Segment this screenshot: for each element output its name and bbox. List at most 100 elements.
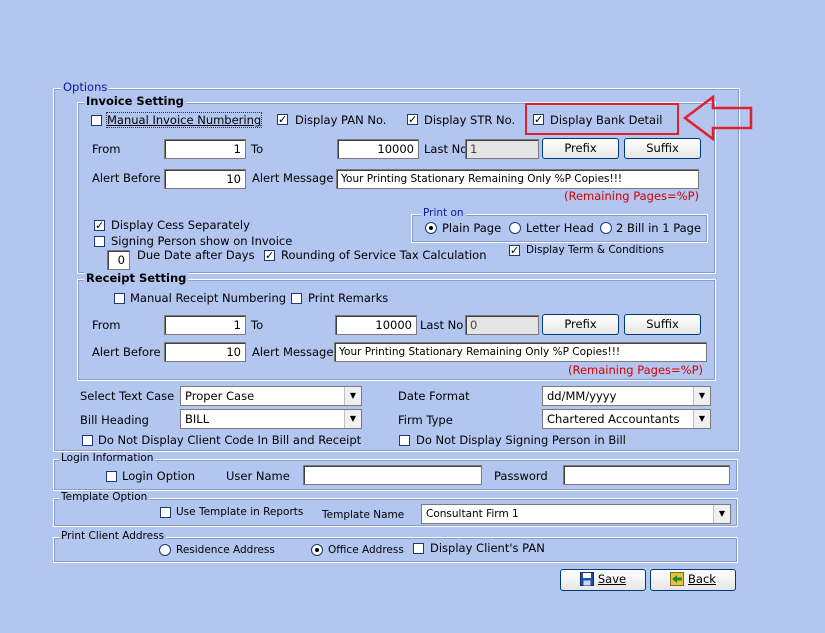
receipt-lastno-input[interactable]: 0 bbox=[465, 315, 539, 335]
no-client-code-label: Do Not Display Client Code In Bill and R… bbox=[98, 433, 362, 447]
residence-address-radio[interactable] bbox=[159, 544, 171, 556]
invoice-setting-legend: Invoice Setting bbox=[84, 94, 186, 108]
manual-invoice-numbering-checkbox[interactable] bbox=[91, 115, 102, 126]
invoice-suffix-button[interactable]: Suffix bbox=[624, 138, 701, 159]
login-legend: Login Information bbox=[59, 452, 156, 465]
display-pan-checkbox[interactable]: ✓ bbox=[277, 114, 288, 125]
letter-head-label: Letter Head bbox=[526, 221, 594, 235]
login-option-checkbox[interactable] bbox=[106, 471, 117, 482]
manual-receipt-numbering-label: Manual Receipt Numbering bbox=[130, 291, 287, 305]
invoice-alert-before-input[interactable]: 10 bbox=[164, 169, 246, 189]
template-name-select[interactable]: Consultant Firm 1 ▼ bbox=[421, 504, 731, 524]
invoice-alert-message-input[interactable]: Your Printing Stationary Remaining Only … bbox=[336, 169, 699, 189]
manual-receipt-numbering-checkbox[interactable] bbox=[114, 293, 125, 304]
signing-person-label: Signing Person show on Invoice bbox=[111, 234, 293, 248]
text-case-select[interactable]: Proper Case ▼ bbox=[180, 386, 362, 406]
use-template-label: Use Template in Reports bbox=[176, 506, 304, 518]
two-bill-radio[interactable] bbox=[600, 222, 612, 234]
letter-head-radio[interactable] bbox=[509, 222, 521, 234]
text-case-label: Select Text Case bbox=[80, 389, 175, 403]
use-template-checkbox[interactable] bbox=[160, 507, 171, 518]
no-client-code-checkbox[interactable] bbox=[82, 435, 93, 446]
user-name-label: User Name bbox=[226, 469, 290, 483]
two-bill-label: 2 Bill in 1 Page bbox=[616, 221, 702, 235]
due-days-input[interactable]: 0 bbox=[107, 250, 130, 270]
save-button[interactable]: Save bbox=[560, 569, 646, 591]
text-case-value: Proper Case bbox=[185, 389, 255, 403]
invoice-prefix-button[interactable]: Prefix bbox=[542, 138, 619, 159]
date-format-label: Date Format bbox=[398, 389, 470, 403]
receipt-prefix-button[interactable]: Prefix bbox=[542, 314, 619, 335]
display-client-pan-label: Display Client's PAN bbox=[430, 541, 545, 555]
back-button[interactable]: Back bbox=[650, 569, 736, 591]
plain-page-radio[interactable] bbox=[425, 222, 437, 234]
back-button-label: Back bbox=[688, 572, 716, 586]
template-legend: Template Option bbox=[59, 491, 150, 504]
receipt-alert-message-label: Alert Message bbox=[252, 345, 334, 359]
password-input[interactable] bbox=[563, 465, 730, 485]
rounding-checkbox[interactable]: ✓ bbox=[264, 250, 275, 261]
date-format-value: dd/MM/yyyy bbox=[547, 389, 617, 403]
template-name-value: Consultant Firm 1 bbox=[426, 508, 519, 520]
plain-page-label: Plain Page bbox=[442, 221, 502, 235]
receipt-from-label: From bbox=[92, 318, 121, 332]
receipt-to-label: To bbox=[251, 318, 264, 332]
receipt-alert-before-input[interactable]: 10 bbox=[164, 342, 246, 362]
display-terms-label: Display Term & Conditions bbox=[526, 244, 664, 256]
display-str-checkbox[interactable]: ✓ bbox=[407, 114, 418, 125]
chevron-down-icon[interactable]: ▼ bbox=[344, 387, 361, 405]
bill-heading-value: BILL bbox=[185, 412, 210, 426]
invoice-to-label: To bbox=[251, 142, 264, 156]
office-address-radio[interactable] bbox=[311, 544, 323, 556]
print-remarks-label: Print Remarks bbox=[308, 291, 389, 305]
chevron-down-icon[interactable]: ▼ bbox=[344, 410, 361, 428]
date-format-select[interactable]: dd/MM/yyyy ▼ bbox=[542, 386, 711, 406]
display-cess-checkbox[interactable]: ✓ bbox=[94, 220, 105, 231]
invoice-lastno-input[interactable]: 1 bbox=[465, 139, 539, 159]
residence-address-label: Residence Address bbox=[176, 544, 275, 556]
rounding-label: Rounding of Service Tax Calculation bbox=[281, 248, 487, 262]
floppy-disk-icon bbox=[579, 572, 594, 586]
chevron-down-icon[interactable]: ▼ bbox=[693, 387, 710, 405]
display-client-pan-checkbox[interactable] bbox=[413, 543, 424, 554]
login-option-label: Login Option bbox=[122, 469, 196, 483]
invoice-alert-message-label: Alert Message bbox=[252, 171, 334, 185]
firm-type-label: Firm Type bbox=[398, 413, 453, 427]
template-name-label: Template Name bbox=[322, 509, 405, 521]
receipt-lastno-label: Last No bbox=[420, 318, 464, 332]
highlight-box bbox=[525, 103, 679, 135]
receipt-remaining-hint: (Remaining Pages=%P) bbox=[568, 363, 704, 377]
back-arrow-icon bbox=[670, 572, 685, 586]
arrow-left-icon bbox=[683, 95, 753, 141]
client-address-legend: Print Client Address bbox=[59, 530, 167, 543]
bill-heading-label: Bill Heading bbox=[80, 413, 149, 427]
receipt-suffix-button[interactable]: Suffix bbox=[624, 314, 701, 335]
invoice-alert-before-label: Alert Before bbox=[92, 171, 161, 185]
chevron-down-icon[interactable]: ▼ bbox=[693, 410, 710, 428]
user-name-input[interactable] bbox=[303, 465, 482, 485]
print-on-legend: Print on bbox=[421, 207, 466, 220]
receipt-alert-message-input[interactable]: Your Printing Stationary Remaining Only … bbox=[334, 342, 707, 362]
receipt-alert-before-label: Alert Before bbox=[92, 345, 161, 359]
receipt-setting-legend: Receipt Setting bbox=[84, 271, 189, 285]
signing-person-checkbox[interactable] bbox=[94, 236, 105, 247]
firm-type-value: Chartered Accountants bbox=[547, 412, 680, 426]
display-terms-checkbox[interactable]: ✓ bbox=[509, 245, 520, 256]
options-legend: Options bbox=[61, 80, 110, 94]
receipt-from-input[interactable]: 1 bbox=[164, 315, 246, 335]
manual-invoice-numbering-label: Manual Invoice Numbering bbox=[105, 112, 263, 128]
no-signing-person-label: Do Not Display Signing Person in Bill bbox=[416, 433, 626, 447]
no-signing-person-checkbox[interactable] bbox=[399, 435, 410, 446]
bill-heading-select[interactable]: BILL ▼ bbox=[180, 409, 362, 429]
password-label: Password bbox=[494, 469, 548, 483]
save-button-label: Save bbox=[597, 572, 627, 586]
invoice-remaining-hint: (Remaining Pages=%P) bbox=[564, 189, 700, 203]
firm-type-select[interactable]: Chartered Accountants ▼ bbox=[542, 409, 711, 429]
invoice-to-input[interactable]: 10000 bbox=[337, 139, 419, 159]
print-remarks-checkbox[interactable] bbox=[291, 293, 302, 304]
receipt-to-input[interactable]: 10000 bbox=[335, 315, 417, 335]
office-address-label: Office Address bbox=[328, 544, 404, 556]
invoice-from-label: From bbox=[92, 142, 121, 156]
chevron-down-icon[interactable]: ▼ bbox=[713, 505, 730, 523]
invoice-from-input[interactable]: 1 bbox=[164, 139, 246, 159]
